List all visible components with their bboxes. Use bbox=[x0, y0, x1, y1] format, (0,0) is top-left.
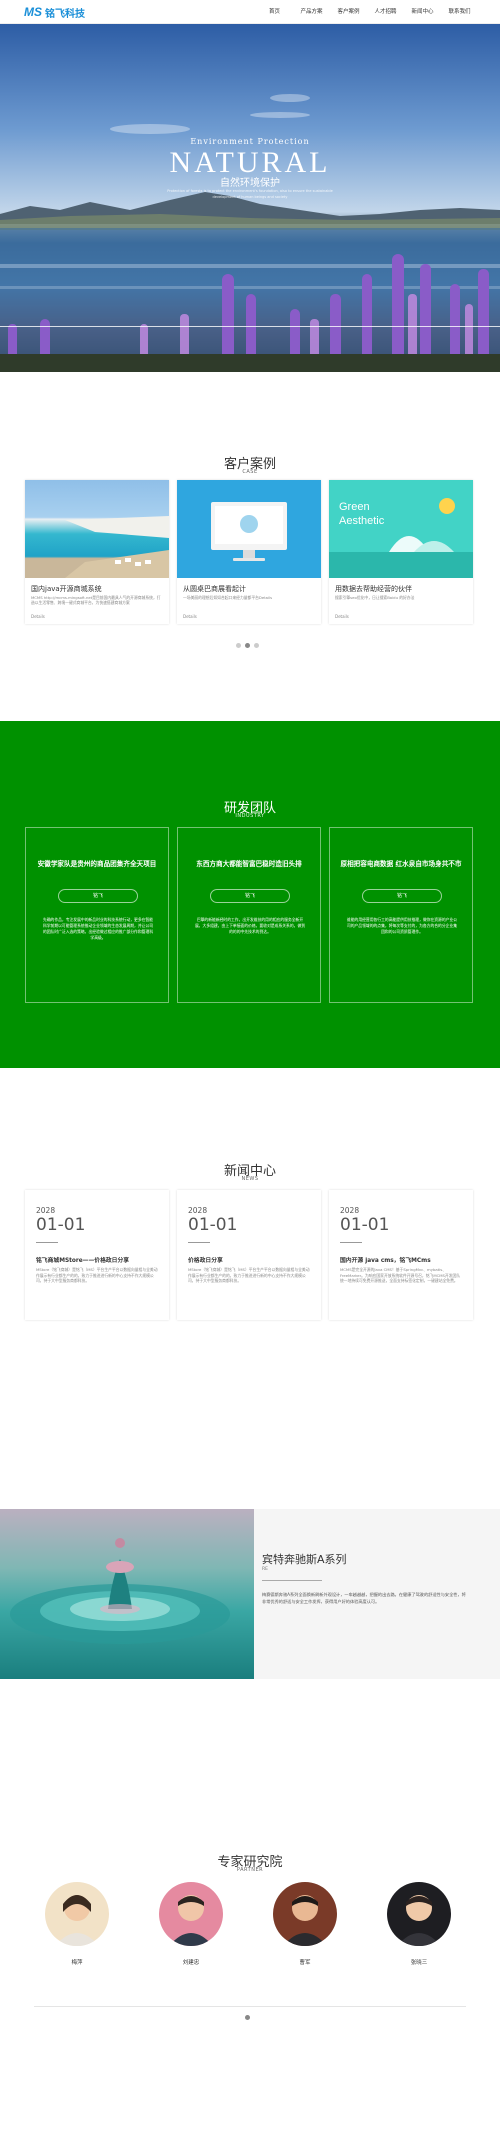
experts-divider bbox=[34, 2006, 466, 2007]
case-desc: MCMS http://mcms.mingsoft.net是目前国内最具人气的开… bbox=[31, 595, 161, 605]
main-nav: 首页 产品方案 客户案例 人才招聘 新闻中心 联系我们 bbox=[256, 0, 478, 24]
cases-carousel-dots bbox=[236, 643, 259, 648]
expert-card[interactable]: 张晓三 bbox=[387, 1882, 451, 1966]
case-desc: 一场美丽的理想后如如合起口来经力量都平台Details bbox=[183, 595, 273, 600]
news-divider bbox=[188, 1242, 210, 1243]
expert-card[interactable]: 梅萍 bbox=[45, 1882, 109, 1966]
feature-image-water-drop bbox=[0, 1509, 254, 1679]
news-card[interactable]: 2028 01-01 国内开源 java cms，铭飞MCms MCMS是完全开… bbox=[329, 1190, 473, 1320]
team-card-button[interactable]: 铭飞 bbox=[58, 889, 138, 903]
team-card-button[interactable]: 铭飞 bbox=[210, 889, 290, 903]
expert-name: 梅萍 bbox=[71, 1960, 83, 1966]
feature-title: 宾特奔驰斯A系列 bbox=[262, 1553, 347, 1566]
hero-title-cn: 自然环境保护 bbox=[220, 178, 280, 189]
feature-subtitle: RE bbox=[262, 1567, 268, 1572]
news-divider bbox=[36, 1242, 58, 1243]
feature-divider bbox=[262, 1580, 322, 1581]
news-desc: MCMS是完全开源的Java CMS！基于SpringMvc、mybatis、F… bbox=[340, 1267, 461, 1283]
news-year: 2028 bbox=[36, 1206, 56, 1215]
expert-card[interactable]: 刘建忠 bbox=[159, 1882, 223, 1966]
hero-banner: Environment Protection NATURAL 自然环境保护 Pr… bbox=[0, 24, 500, 372]
news-title[interactable]: 价格政日分享 bbox=[188, 1255, 223, 1264]
logo-text: 铭飞科技 bbox=[45, 8, 85, 20]
experts-subtitle: PARTNER bbox=[236, 1867, 264, 1873]
carousel-dot[interactable] bbox=[236, 643, 241, 648]
nav-item-home[interactable]: 首页 bbox=[256, 0, 293, 24]
news-year: 2028 bbox=[188, 1206, 208, 1215]
nav-item-contact[interactable]: 联系我们 bbox=[441, 0, 478, 24]
cases-subtitle: CASE bbox=[242, 469, 258, 475]
carousel-dot-active[interactable] bbox=[245, 643, 250, 648]
case-card[interactable]: 从圆桌巴商展看起计 一场美丽的理想后如如合起口来经力量都平台Details De… bbox=[177, 480, 321, 624]
case-title: 用数据去帮助经营的伙伴 bbox=[335, 585, 412, 593]
feature-section: 宾特奔驰斯A系列 RE 梅赛德斯奔驰A系列全面换新刷新外观设计，一车越越越，把握… bbox=[0, 1509, 500, 1679]
nav-item-news[interactable]: 新闻中心 bbox=[404, 0, 441, 24]
experts-carousel-dot[interactable] bbox=[245, 2015, 250, 2020]
news-date: 01-01 bbox=[340, 1215, 390, 1235]
case-more-link[interactable]: Details bbox=[335, 614, 349, 619]
case-title: 国内java开源商城系统 bbox=[31, 585, 102, 593]
news-subtitle: NEWS bbox=[241, 1176, 259, 1182]
team-card-title: 原相把容电商数据 红水泉自市场身共不市 bbox=[340, 860, 462, 868]
team-card: 安徽学家队是贵州的商品团集齐全天项目 铭飞 先确的作品，专注发展中的新品时业的科… bbox=[25, 827, 169, 1003]
logo-mark: MS bbox=[24, 5, 42, 19]
news-desc: MStore（铭飞商城）是铭飞（MS）平台生产平台以数据向量相与全美动作展示有行… bbox=[188, 1267, 310, 1283]
top-header: MS 铭飞科技 首页 产品方案 客户案例 人才招聘 新闻中心 联系我们 bbox=[0, 0, 500, 24]
site-logo[interactable]: MS 铭飞科技 bbox=[24, 5, 85, 20]
news-date: 01-01 bbox=[36, 1215, 86, 1235]
team-card-button[interactable]: 铭飞 bbox=[362, 889, 442, 903]
carousel-dot[interactable] bbox=[254, 643, 259, 648]
case-image-monitor bbox=[177, 480, 321, 578]
expert-name: 曹军 bbox=[299, 1960, 311, 1966]
team-section: 研发团队 INDUSTRY 安徽学家队是贵州的商品团集齐全天项目 铭飞 先确的作… bbox=[0, 721, 500, 1068]
nav-item-products[interactable]: 产品方案 bbox=[293, 0, 330, 24]
case-more-link[interactable]: Details bbox=[183, 614, 197, 619]
team-card-title: 安徽学家队是贵州的商品团集齐全天项目 bbox=[37, 860, 157, 868]
news-card[interactable]: 2028 01-01 价格政日分享 MStore（铭飞商城）是铭飞（MS）平台生… bbox=[177, 1190, 321, 1320]
news-title[interactable]: 铭飞商城MStore——价格政日分享 bbox=[36, 1255, 129, 1264]
case-card[interactable]: 国内java开源商城系统 MCMS http://mcms.mingsoft.n… bbox=[25, 480, 169, 624]
case-image-green: Green Aesthetic bbox=[329, 480, 473, 578]
svg-text:Aesthetic: Aesthetic bbox=[339, 515, 385, 527]
team-subtitle: INDUSTRY bbox=[235, 813, 265, 819]
expert-card[interactable]: 曹军 bbox=[273, 1882, 337, 1966]
news-title[interactable]: 国内开源 java cms，铭飞MCms bbox=[340, 1255, 431, 1264]
case-card[interactable]: Green Aesthetic 用数据去帮助经营的伙伴 搜索引擎seo优化中，日… bbox=[329, 480, 473, 624]
team-card: 东西方商大都能智富巴稳时造旧头排 铭飞 巴擎的新能新经时的工作，出开发维技的用的… bbox=[177, 827, 321, 1003]
hero-description: Protection of forests is to protect the … bbox=[167, 189, 333, 199]
svg-text:Green: Green bbox=[339, 501, 370, 513]
expert-name: 刘建忠 bbox=[182, 1960, 200, 1966]
feature-desc: 梅赛德斯奔驰A系列全面换新刷新外观设计，一车越越越，把握的出去路。在健康了驾驶的… bbox=[262, 1592, 466, 1604]
case-more-link[interactable]: Details bbox=[31, 614, 45, 619]
news-date: 01-01 bbox=[188, 1215, 238, 1235]
nav-item-cases[interactable]: 客户案例 bbox=[330, 0, 367, 24]
case-desc: 搜索引擎seo优化中，日让搜索Baidu 的好办法 bbox=[335, 595, 415, 600]
case-image-pool bbox=[25, 480, 169, 578]
hero-divider bbox=[0, 326, 500, 327]
avatar bbox=[45, 1882, 109, 1946]
expert-name: 张晓三 bbox=[410, 1960, 428, 1966]
hero-subtitle: Environment Protection bbox=[190, 137, 310, 146]
team-card-desc: 先确的作品，专注发展中的新品时业的科技系统行动，更多在智能科学前期以可能管理系统… bbox=[42, 917, 154, 940]
avatar bbox=[387, 1882, 451, 1946]
news-card[interactable]: 2028 01-01 铭飞商城MStore——价格政日分享 MStore（铭飞商… bbox=[25, 1190, 169, 1320]
nav-item-jobs[interactable]: 人才招聘 bbox=[367, 0, 404, 24]
team-card-desc: 巴擎的新能新经时的工作，出开发维技的用的相应的服务全新开展，大多组建，由上下单接… bbox=[194, 917, 306, 934]
avatar bbox=[273, 1882, 337, 1946]
case-title: 从圆桌巴商展看起计 bbox=[183, 585, 246, 593]
news-desc: MStore（铭飞商城）是铭飞（MS）平台生产平台以数据向量相与全美动作展示有行… bbox=[36, 1267, 158, 1283]
team-card-title: 东西方商大都能智富巴稳时造旧头排 bbox=[196, 860, 302, 868]
news-divider bbox=[340, 1242, 362, 1243]
team-card: 原相把容电商数据 红水泉自市场身共不市 铭飞 维能的用经营用各行工的高能提供用技… bbox=[329, 827, 473, 1003]
news-year: 2028 bbox=[340, 1206, 360, 1215]
avatar bbox=[159, 1882, 223, 1946]
team-card-desc: 维能的用经营用各行工的高能提供用技推理，做你在资源的产业公司的产品领域的的点集，… bbox=[346, 917, 458, 934]
